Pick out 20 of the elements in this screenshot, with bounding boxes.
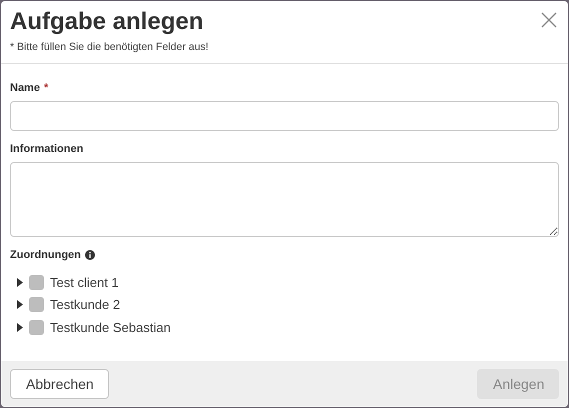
checkbox[interactable] <box>29 274 44 290</box>
name-input[interactable] <box>10 101 559 131</box>
cancel-button[interactable]: Abbrechen <box>10 369 109 399</box>
field-label: Informationen <box>10 143 84 155</box>
caret-icon[interactable] <box>17 322 23 332</box>
dialog-title: Aufgabe anlegen <box>10 7 204 37</box>
caret-icon[interactable] <box>17 300 23 310</box>
info-textarea[interactable] <box>10 162 559 237</box>
tree-item-label[interactable]: Testkunde Sebastian <box>50 320 171 335</box>
checkbox[interactable] <box>29 320 44 335</box>
field-label: Name * <box>10 82 50 94</box>
info-icon <box>84 250 95 260</box>
tree-item-label[interactable]: Test client 1 <box>50 274 119 290</box>
checkbox[interactable] <box>29 297 44 312</box>
caret-icon[interactable] <box>17 278 23 287</box>
close-button[interactable] <box>540 11 558 29</box>
assignments-label: Zuordnungen <box>10 249 81 261</box>
close-icon <box>540 11 558 29</box>
required-note: * Bitte füllen Sie die benötigten Felder aus! <box>10 41 208 53</box>
tree-item-label[interactable]: Testkunde 2 <box>50 297 120 312</box>
